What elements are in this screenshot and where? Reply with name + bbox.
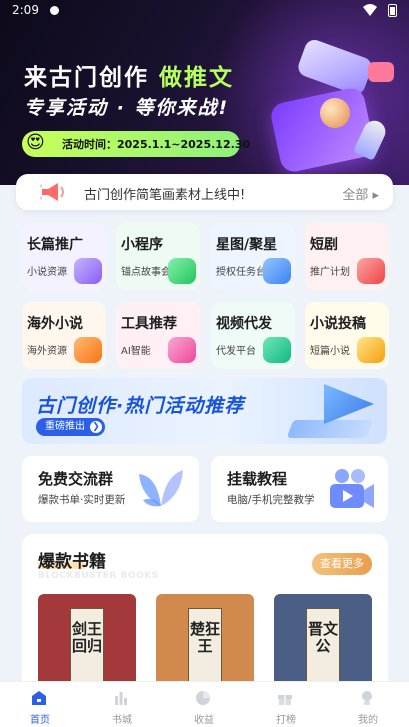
tab-home[interactable]: 首页 <box>0 682 80 727</box>
community-group-card[interactable]: 免费交流群 爆款书单·实时更新 <box>22 456 199 522</box>
books-section-title: 爆款书籍 <box>38 552 106 572</box>
activity-date-pill: 😍 活动时间：2025.1.1~2025.12.30 <box>22 131 250 157</box>
hot-activity-banner[interactable]: 古门创作·热门活动推荐 重磅推出 ❯ <box>22 378 387 444</box>
community-sub: 爆款书单·实时更新 <box>38 494 126 506</box>
chevron-right-icon: ▸ <box>372 188 379 203</box>
tab-label: 打榜 <box>276 715 296 726</box>
grid-item-title: 长篇推广 <box>27 237 83 253</box>
decor-tablet-icon <box>295 37 375 97</box>
tab-profile[interactable]: 我的 <box>328 682 408 727</box>
film-icon <box>357 258 385 284</box>
status-time: 2:09 <box>12 3 39 17</box>
grid-item-long-promo[interactable]: 长篇推广 小说资源 <box>22 223 106 290</box>
tab-label: 收益 <box>194 715 214 726</box>
star-icon <box>263 258 291 284</box>
book-title-text: 楚狂王 <box>189 620 220 655</box>
tab-ranking[interactable]: 打榜 <box>246 682 326 727</box>
tutorial-sub: 电脑/手机完整教学 <box>227 494 315 506</box>
butterfly-icon <box>139 470 183 507</box>
promo-title: 古门创作·热门活动推荐 <box>36 395 245 417</box>
tab-label: 我的 <box>358 715 378 726</box>
profile-icon <box>362 691 372 705</box>
tab-bookstore[interactable]: 书城 <box>82 682 162 727</box>
decor-ball-icon <box>320 98 350 128</box>
grid-item-overseas-novel[interactable]: 海外小说 海外资源 <box>22 302 106 369</box>
grid-item-title: 小程序 <box>121 237 163 253</box>
banner-title: 来古门创作 做推文 <box>24 58 234 92</box>
announcement-bar[interactable]: 古门创作简笔画素材上线中! 全部 ▸ <box>16 174 393 210</box>
decor-camera-icon <box>368 62 394 82</box>
book-title-text: 剑王回归 <box>71 620 102 655</box>
announcement-more-label: 全部 <box>342 188 369 203</box>
globe-icon <box>74 337 102 363</box>
play-icon <box>324 384 374 424</box>
grid-item-short-drama[interactable]: 短剧 推广计划 <box>305 223 389 290</box>
video-icon <box>263 337 291 363</box>
promo-button-label: 重磅推出 <box>45 421 85 432</box>
megaphone-icon <box>39 183 64 201</box>
tab-label: 书城 <box>112 715 132 726</box>
book-icon <box>74 258 102 284</box>
view-more-button[interactable]: 查看更多 <box>312 553 372 575</box>
banner-title-accent: 做推文 <box>159 65 235 91</box>
promo-button[interactable]: 重磅推出 ❯ <box>36 418 105 436</box>
grid-item-tools[interactable]: 工具推荐 AI智能 <box>116 302 200 369</box>
tab-label: 首页 <box>30 715 50 726</box>
book-cover[interactable]: 晋文公 <box>274 594 372 694</box>
grid-item-star-map[interactable]: 星图/聚星 授权任务台 <box>211 223 295 290</box>
banner-subtitle: 专享活动 · 等你来战! <box>24 97 230 119</box>
grid-item-title: 小说投稿 <box>310 316 366 332</box>
grid-item-title: 短剧 <box>310 237 338 253</box>
home-icon <box>32 691 46 705</box>
video-camera-icon <box>330 469 374 508</box>
activity-date-text: 活动时间：2025.1.1~2025.12.30 <box>62 138 251 151</box>
book-title-text: 晋文公 <box>307 620 338 655</box>
community-title: 免费交流群 <box>38 470 114 488</box>
banner-title-main: 来古门创作 <box>24 65 149 91</box>
tab-earnings[interactable]: 收益 <box>164 682 244 727</box>
gift-icon <box>278 695 292 705</box>
battery-icon <box>388 4 397 17</box>
earnings-icon <box>196 691 210 705</box>
status-bar: 2:09 <box>0 0 409 22</box>
activity-banner[interactable]: 2:09 来古门创作 做推文 专享活动 · 等你来战! 😍 活动时间：2025.… <box>0 0 409 185</box>
grid-item-title: 视频代发 <box>216 316 272 332</box>
notification-dot-icon <box>50 6 59 15</box>
grid-item-video-posting[interactable]: 视频代发 代发平台 <box>211 302 295 369</box>
submit-icon <box>357 337 385 363</box>
grid-item-novel-submit[interactable]: 小说投稿 短篇小说 <box>305 302 389 369</box>
decor-stand-icon <box>286 420 374 438</box>
grid-item-title: 工具推荐 <box>121 316 177 332</box>
wifi-icon <box>363 4 377 16</box>
bottom-tab-bar: 首页 书城 收益 打榜 我的 <box>0 681 409 727</box>
book-cover[interactable]: 楚狂王 <box>156 594 254 694</box>
arrow-right-icon: ❯ <box>90 421 102 433</box>
grid-item-title: 海外小说 <box>27 316 83 332</box>
tutorial-card[interactable]: 挂载教程 电脑/手机完整教学 <box>211 456 388 522</box>
decor-box-icon <box>268 85 377 175</box>
mini-program-icon <box>168 258 196 284</box>
smile-emoji-icon: 😍 <box>26 132 45 153</box>
books-section-subtitle: BLOCKBUSTER BOOKS <box>38 571 159 581</box>
announcement-text: 古门创作简笔画素材上线中! <box>84 188 246 203</box>
announcement-more-link[interactable]: 全部 ▸ <box>342 184 379 203</box>
grid-item-mini-program[interactable]: 小程序 锚点故事会 <box>116 223 200 290</box>
blockbuster-books-section: 爆款书籍 BLOCKBUSTER BOOKS 查看更多 剑王回归 楚狂王 晋文公 <box>22 534 388 694</box>
book-cover[interactable]: 剑王回归 <box>38 594 136 694</box>
grid-item-title: 星图/聚星 <box>216 237 278 253</box>
tutorial-title: 挂载教程 <box>227 470 288 488</box>
bookstore-icon <box>115 692 127 705</box>
tool-icon <box>168 337 196 363</box>
